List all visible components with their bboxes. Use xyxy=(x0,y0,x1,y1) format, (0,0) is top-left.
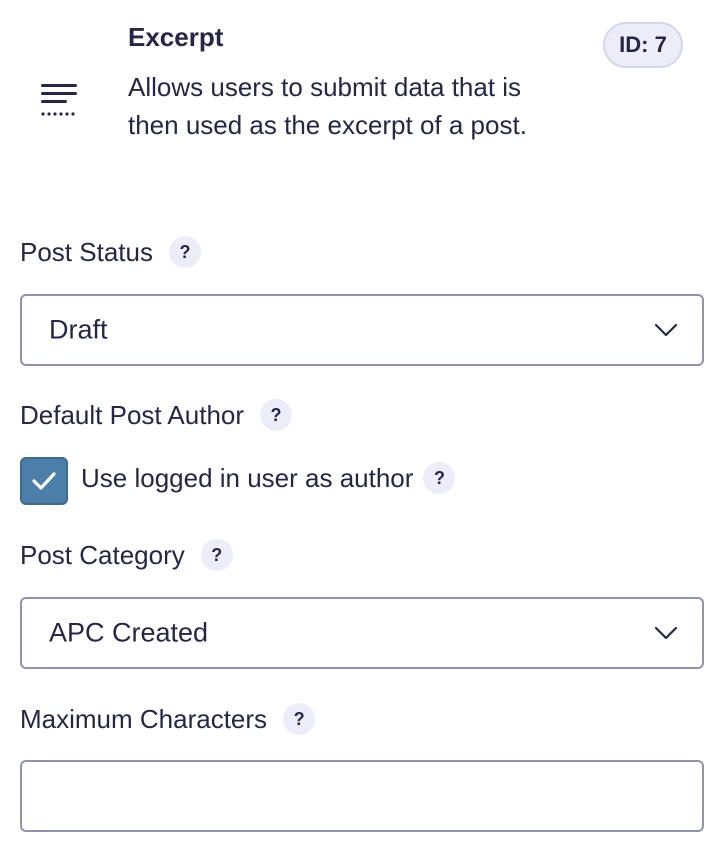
use-logged-in-user-help-icon[interactable]: ? xyxy=(423,462,456,494)
post-category-label: Post Category xyxy=(20,539,185,570)
post-status-label: Post Status xyxy=(20,236,153,267)
use-logged-in-user-label[interactable]: Use logged in user as author xyxy=(81,463,413,494)
maximum-characters-label-row: Maximum Characters ? xyxy=(20,703,316,735)
default-post-author-label: Default Post Author xyxy=(20,399,245,430)
field-description: Allows users to submit data that is then… xyxy=(128,72,527,140)
use-logged-in-user-label-row: Use logged in user as author ? xyxy=(81,462,456,494)
post-category-select[interactable]: APC Created xyxy=(20,597,704,669)
post-status-selected-value: Draft xyxy=(49,314,108,345)
default-post-author-label-row: Default Post Author ? xyxy=(20,399,293,431)
post-category-label-row: Post Category ? xyxy=(20,539,233,571)
maximum-characters-label: Maximum Characters xyxy=(20,703,268,734)
maximum-characters-help-icon[interactable]: ? xyxy=(283,703,316,735)
checkmark-icon xyxy=(32,472,56,490)
use-logged-in-user-checkbox[interactable] xyxy=(20,457,68,505)
field-id-badge: ID: 7 xyxy=(603,22,683,68)
field-settings-panel: Excerpt Allows users to submit data that… xyxy=(0,0,720,850)
default-post-author-help-icon[interactable]: ? xyxy=(260,399,293,431)
post-status-label-row: Post Status ? xyxy=(20,236,201,268)
post-category-selected-value: APC Created xyxy=(49,617,209,648)
chevron-down-icon xyxy=(654,626,678,640)
maximum-characters-input[interactable] xyxy=(20,760,704,832)
text-excerpt-icon xyxy=(40,84,80,118)
chevron-down-icon xyxy=(654,323,678,337)
post-category-help-icon[interactable]: ? xyxy=(200,539,233,571)
post-status-help-icon[interactable]: ? xyxy=(168,236,201,268)
field-title: Excerpt xyxy=(128,22,224,52)
post-status-select[interactable]: Draft xyxy=(20,294,704,366)
